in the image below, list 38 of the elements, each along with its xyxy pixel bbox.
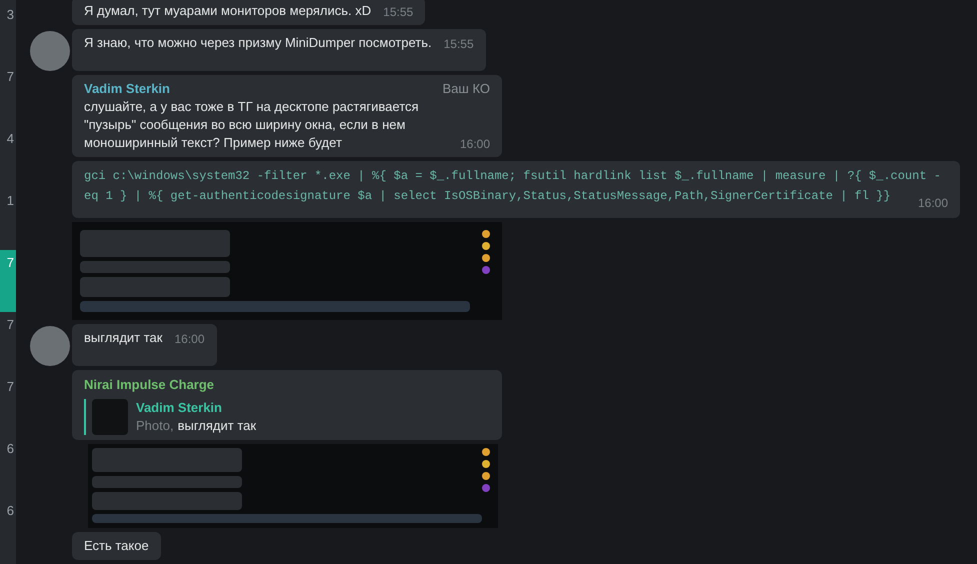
unread-count: 6 — [6, 504, 14, 517]
avatar[interactable] — [30, 31, 70, 71]
message-text: выглядит так — [84, 329, 162, 347]
chat-list-item[interactable]: 6 — [0, 498, 16, 560]
message-text: слушайте, а у вас тоже в ТГ на десктопе растягивается "пузырь" сообщения во всю ширину окна, если в нем моноширинный текст? Пример ниже будет — [84, 98, 420, 152]
message-time: 15:55 — [383, 4, 414, 20]
reply-author: Vadim Sterkin — [136, 398, 223, 416]
chat-list-item[interactable]: 7 — [0, 64, 16, 126]
chat-list-item[interactable]: 7 — [0, 312, 16, 374]
message-time: 16:00 — [460, 136, 490, 152]
unread-count: 3 — [6, 8, 14, 21]
unread-count: 7 — [6, 70, 14, 83]
avatar[interactable] — [30, 326, 70, 366]
chat-list-item[interactable]: 4 — [0, 126, 16, 188]
author-name[interactable]: Nirai Impulse Charge — [84, 375, 490, 394]
message-time: 16:00 — [174, 331, 205, 347]
message-text: Я думал, тут муарами мониторов мерялись. xD — [84, 2, 372, 20]
media-label: Photo, — [136, 416, 174, 434]
chat-list-item[interactable]: 3 — [0, 2, 16, 64]
unread-count: 7 — [6, 318, 14, 331]
chat-list-item[interactable]: 6 — [0, 436, 16, 498]
message-text: Я знаю, что можно через призму MiniDumper посмотреть. — [84, 34, 432, 52]
admin-title: Ваш КО — [442, 80, 490, 98]
message-text: Есть такое — [84, 536, 149, 554]
chat-list-item[interactable]: 1 — [0, 188, 16, 250]
reply-quote[interactable]: Vadim Sterkin Photo, выглядит так — [84, 398, 490, 434]
message-time: 16:00 — [918, 195, 948, 212]
message-time: 15:55 — [444, 36, 474, 52]
unread-count: 7 — [6, 256, 14, 269]
chat-list-item[interactable]: 7 — [0, 250, 16, 312]
reply-text: выглядит так — [178, 416, 256, 434]
unread-count: 4 — [6, 132, 14, 145]
unread-count: 1 — [6, 194, 14, 207]
chat-list-item[interactable]: 7 — [0, 374, 16, 436]
unread-count: 6 — [6, 442, 14, 455]
photo-thumbnail — [92, 398, 128, 434]
unread-count: 7 — [6, 380, 14, 393]
author-name[interactable]: Vadim Sterkin — [84, 80, 170, 98]
